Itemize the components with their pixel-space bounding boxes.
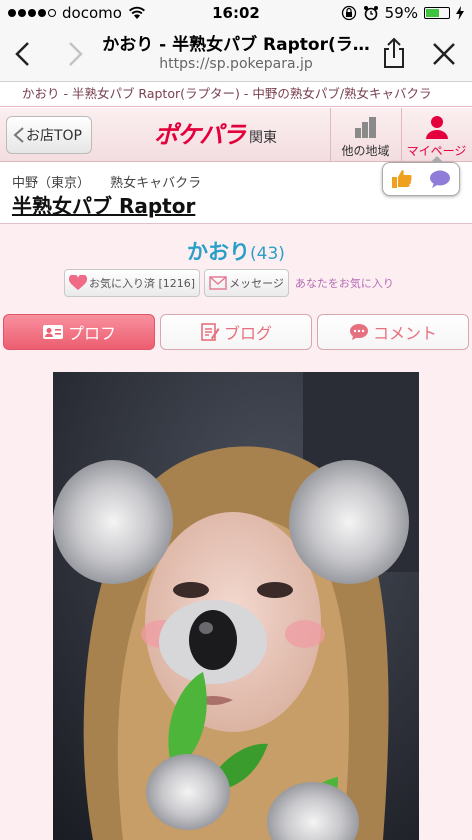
tab-comment-label: コメント bbox=[372, 324, 437, 343]
favorite-button[interactable]: お気に入り済 [1216] bbox=[64, 269, 201, 297]
user-icon bbox=[425, 116, 448, 139]
region-label: 関東 bbox=[249, 130, 278, 146]
breadcrumb[interactable]: かおり - 半熟女パブ Raptor(ラプター) - 中野の熟女パブ/熟女キャバ… bbox=[0, 83, 472, 107]
blog-edit-icon bbox=[201, 323, 220, 341]
browser-header: かおり - 半熟女パブ Raptor(ラ… https://sp.pokepar… bbox=[0, 26, 472, 82]
shop-top-label: お店TOP bbox=[25, 128, 82, 144]
address-bar[interactable]: https://sp.pokepara.jp bbox=[100, 56, 372, 72]
site-header: お店TOP ポケパラ 関東 他の地域 マイページ bbox=[0, 108, 472, 162]
profile-tabs: プロフ ブログ コメント bbox=[3, 314, 469, 352]
shop-top-button[interactable]: お店TOP bbox=[6, 116, 92, 154]
alarm-icon bbox=[363, 6, 378, 21]
profile-photo[interactable] bbox=[53, 372, 419, 840]
profile-main: かおり(43) お気に入り済 [1216] メッセージ あなたをお気に入り プロ… bbox=[0, 224, 472, 840]
charging-icon bbox=[456, 6, 464, 20]
area-map-icon bbox=[354, 117, 376, 138]
mypage-button[interactable]: マイページ bbox=[401, 108, 471, 162]
shop-area: 中野（東京） bbox=[12, 176, 91, 191]
girl-name: かおり bbox=[187, 240, 251, 264]
tab-blog[interactable]: ブログ bbox=[160, 314, 312, 350]
rotation-lock-icon bbox=[341, 5, 356, 21]
battery-icon bbox=[424, 7, 450, 19]
profile-card-icon bbox=[42, 325, 63, 339]
favorited-you-link[interactable]: あなたをお気に入り bbox=[295, 275, 394, 291]
tab-profile[interactable]: プロフ bbox=[3, 314, 155, 350]
girl-age: (43) bbox=[250, 244, 285, 264]
heart-icon bbox=[69, 275, 87, 290]
status-bar: docomo 16:02 59% bbox=[0, 0, 472, 26]
profile-actions: お気に入り済 [1216] メッセージ あなたをお気に入り bbox=[64, 269, 394, 297]
url-text: sp.pokepara.jp bbox=[209, 56, 313, 72]
comment-icon bbox=[349, 324, 368, 340]
shop-name[interactable]: 半熟女パブ Raptor bbox=[12, 190, 195, 219]
chevron-left-icon[interactable] bbox=[6, 36, 42, 72]
back-arrow-icon bbox=[13, 127, 24, 143]
message-button[interactable]: メッセージ bbox=[204, 269, 289, 297]
page-title: かおり - 半熟女パブ Raptor(ラ… bbox=[102, 35, 370, 55]
girl-name-row: かおり(43) bbox=[0, 236, 472, 266]
thumbs-up-icon[interactable] bbox=[391, 169, 413, 189]
favorite-label: お気に入り済 [1216] bbox=[89, 277, 196, 290]
mypage-popup bbox=[382, 156, 460, 196]
chat-bubble-icon[interactable] bbox=[429, 169, 451, 189]
tab-profile-label: プロフ bbox=[67, 324, 116, 343]
share-icon[interactable] bbox=[376, 36, 412, 72]
tab-comment[interactable]: コメント bbox=[317, 314, 469, 350]
other-area-label: 他の地域 bbox=[341, 144, 390, 158]
logo-text: ポケパラ bbox=[154, 121, 246, 149]
other-area-button[interactable]: 他の地域 bbox=[330, 108, 400, 162]
shop-category: 熟女キャバクラ bbox=[110, 176, 202, 191]
tab-blog-label: ブログ bbox=[223, 324, 272, 343]
shop-meta: 中野（東京） 熟女キャバクラ bbox=[12, 172, 217, 191]
status-right: 59% bbox=[341, 4, 464, 22]
close-icon[interactable] bbox=[426, 36, 462, 72]
message-label: メッセージ bbox=[229, 277, 284, 290]
battery-percent: 59% bbox=[384, 4, 418, 22]
envelope-icon bbox=[209, 276, 227, 290]
site-logo[interactable]: ポケパラ 関東 bbox=[154, 120, 277, 150]
chevron-right-icon[interactable] bbox=[56, 36, 92, 72]
